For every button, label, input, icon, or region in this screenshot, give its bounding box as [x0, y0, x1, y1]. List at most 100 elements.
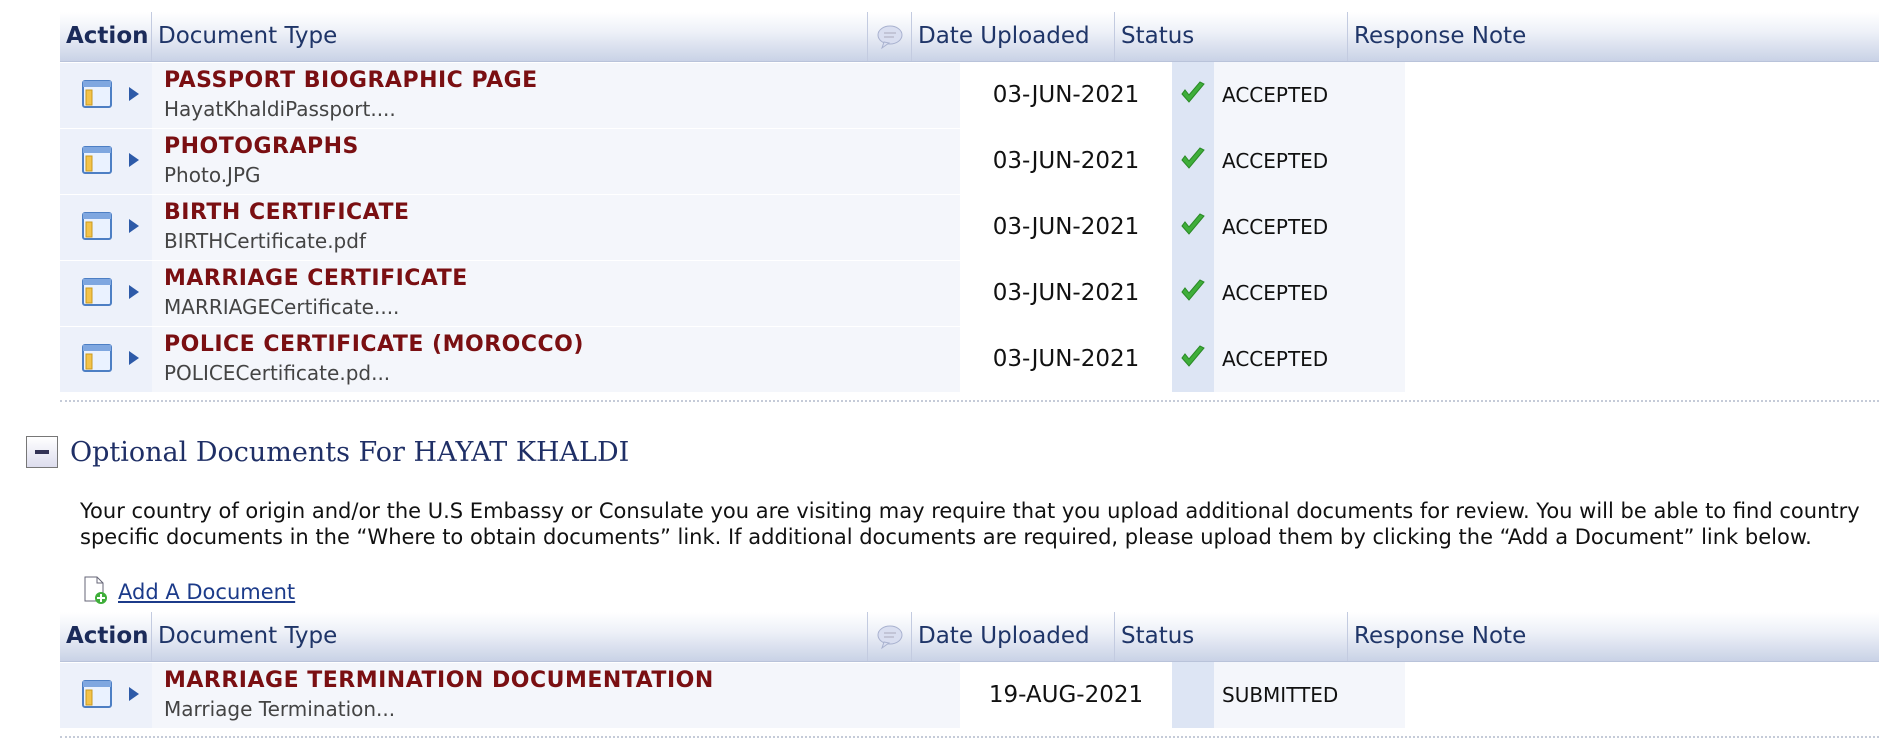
document-type-cell: PHOTOGRAPHS Photo.JPG: [152, 128, 960, 194]
status-icon-cell: [1172, 662, 1214, 728]
status-text: SUBMITTED: [1214, 662, 1405, 728]
header-response-note: Response Note: [1354, 623, 1527, 649]
date-uploaded: 03-JUN-2021: [992, 148, 1140, 174]
header-date-uploaded: Date Uploaded: [912, 612, 1115, 661]
table-row: PHOTOGRAPHS Photo.JPG 03-JUN-2021 ACCEPT…: [60, 128, 1879, 194]
document-type-cell: PASSPORT BIOGRAPHIC PAGE HayatKhaldiPass…: [152, 62, 960, 128]
speech-bubble-icon: [868, 12, 912, 61]
table-row: BIRTH CERTIFICATE BIRTHCertificate.pdf 0…: [60, 194, 1879, 260]
checkmark-icon: [1180, 147, 1206, 175]
document-title[interactable]: MARRIAGE CERTIFICATE: [164, 265, 960, 293]
table-row: MARRIAGE TERMINATION DOCUMENTATION Marri…: [60, 662, 1879, 728]
status-icon-cell: [1172, 326, 1214, 392]
document-title[interactable]: BIRTH CERTIFICATE: [164, 199, 960, 227]
expand-arrow-icon[interactable]: [128, 686, 140, 706]
table-header: Action Document Type Date Uploaded Statu…: [60, 612, 1879, 662]
document-title[interactable]: PASSPORT BIOGRAPHIC PAGE: [164, 67, 960, 95]
checkmark-icon: [1180, 345, 1206, 373]
header-status: Status: [1115, 12, 1348, 61]
checkmark-icon: [1180, 81, 1206, 109]
document-filename: HayatKhaldiPassport....: [164, 97, 396, 121]
row-actions: [60, 194, 152, 260]
document-type-cell: BIRTH CERTIFICATE BIRTHCertificate.pdf: [152, 194, 960, 260]
response-note: [1405, 260, 1879, 326]
document-view-icon[interactable]: [82, 79, 112, 112]
status-icon-cell: [1172, 128, 1214, 194]
add-document-icon[interactable]: [82, 576, 108, 608]
add-document-link[interactable]: Add A Document: [118, 580, 295, 604]
status-cell: ACCEPTED: [1172, 128, 1405, 194]
document-title[interactable]: PHOTOGRAPHS: [164, 133, 960, 161]
response-note: [1405, 662, 1879, 728]
row-actions: [60, 326, 152, 392]
checkmark-icon: [1180, 279, 1206, 307]
speech-bubble-icon: [868, 612, 912, 661]
document-filename: Marriage Termination...: [164, 697, 396, 721]
optional-documents-table: Action Document Type Date Uploaded Statu…: [60, 612, 1879, 738]
expand-arrow-icon[interactable]: [128, 218, 140, 238]
status-icon-cell: [1172, 62, 1214, 128]
optional-section-description: Your country of origin and/or the U.S Em…: [80, 499, 1860, 549]
row-actions: [60, 62, 152, 128]
status-cell: ACCEPTED: [1172, 62, 1405, 128]
collapse-icon[interactable]: [26, 436, 58, 468]
document-type-cell: MARRIAGE CERTIFICATE MARRIAGECertificate…: [152, 260, 960, 326]
date-uploaded: 19-AUG-2021: [988, 682, 1144, 708]
optional-section-header: Optional Documents For HAYAT KHALDI: [26, 436, 629, 468]
document-filename: Photo.JPG: [164, 163, 261, 187]
document-view-icon[interactable]: [82, 679, 112, 712]
document-view-icon[interactable]: [82, 277, 112, 310]
row-actions: [60, 128, 152, 194]
document-title[interactable]: MARRIAGE TERMINATION DOCUMENTATION: [164, 667, 960, 695]
status-text: ACCEPTED: [1214, 62, 1405, 128]
status-icon-cell: [1172, 194, 1214, 260]
table-row: PASSPORT BIOGRAPHIC PAGE HayatKhaldiPass…: [60, 62, 1879, 128]
header-document-type: Document Type: [152, 612, 868, 661]
date-uploaded: 03-JUN-2021: [992, 214, 1140, 240]
header-date-uploaded: Date Uploaded: [912, 12, 1115, 61]
header-action: Action: [60, 12, 152, 61]
header-response-note: Response Note: [1354, 23, 1527, 49]
status-cell: ACCEPTED: [1172, 260, 1405, 326]
document-filename: BIRTHCertificate.pdf: [164, 229, 366, 253]
response-note: [1405, 62, 1879, 128]
table-divider: [60, 728, 1879, 738]
response-note: [1405, 194, 1879, 260]
status-text: ACCEPTED: [1214, 326, 1405, 392]
expand-arrow-icon[interactable]: [128, 350, 140, 370]
response-note: [1405, 128, 1879, 194]
document-filename: MARRIAGECertificate....: [164, 295, 400, 319]
date-uploaded: 03-JUN-2021: [992, 346, 1140, 372]
add-document[interactable]: Add A Document: [82, 576, 295, 608]
document-title[interactable]: POLICE CERTIFICATE (MOROCCO): [164, 331, 960, 359]
response-note: [1405, 326, 1879, 392]
expand-arrow-icon[interactable]: [128, 284, 140, 304]
date-uploaded: 03-JUN-2021: [992, 82, 1140, 108]
expand-arrow-icon[interactable]: [128, 86, 140, 106]
document-view-icon[interactable]: [82, 145, 112, 178]
document-type-cell: POLICE CERTIFICATE (MOROCCO) POLICECerti…: [152, 326, 960, 392]
status-icon-cell: [1172, 260, 1214, 326]
expand-arrow-icon[interactable]: [128, 152, 140, 172]
header-document-type: Document Type: [152, 12, 868, 61]
row-actions: [60, 662, 152, 728]
status-text: ACCEPTED: [1214, 194, 1405, 260]
status-cell: SUBMITTED: [1172, 662, 1405, 728]
document-type-cell: MARRIAGE TERMINATION DOCUMENTATION Marri…: [152, 662, 960, 728]
document-view-icon[interactable]: [82, 211, 112, 244]
date-uploaded: 03-JUN-2021: [992, 280, 1140, 306]
header-action: Action: [60, 612, 152, 661]
table-row: POLICE CERTIFICATE (MOROCCO) POLICECerti…: [60, 326, 1879, 392]
table-header: Action Document Type Date Uploaded Statu…: [60, 12, 1879, 62]
table-divider: [60, 392, 1879, 402]
row-actions: [60, 260, 152, 326]
document-view-icon[interactable]: [82, 343, 112, 376]
checkmark-icon: [1180, 213, 1206, 241]
document-filename: POLICECertificate.pd...: [164, 361, 391, 385]
status-text: ACCEPTED: [1214, 128, 1405, 194]
required-documents-table: Action Document Type Date Uploaded Statu…: [60, 12, 1879, 402]
optional-section-title: Optional Documents For HAYAT KHALDI: [70, 436, 630, 468]
status-cell: ACCEPTED: [1172, 194, 1405, 260]
header-status: Status: [1115, 612, 1348, 661]
table-row: MARRIAGE CERTIFICATE MARRIAGECertificate…: [60, 260, 1879, 326]
